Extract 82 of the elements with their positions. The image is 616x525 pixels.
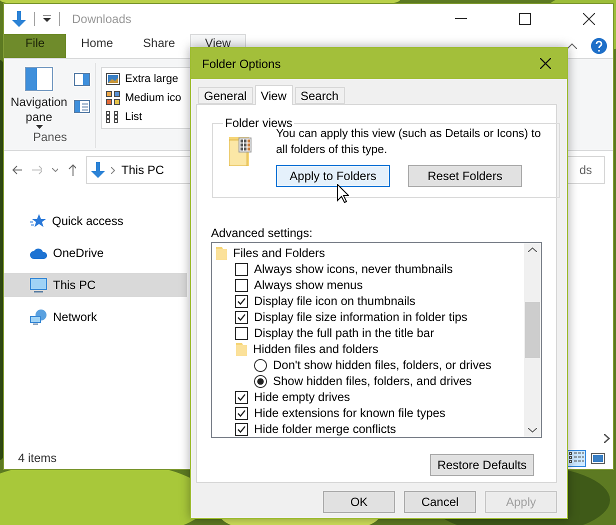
checkbox[interactable] (235, 390, 248, 404)
caret-icon (36, 125, 42, 129)
setting-label: Hidden files and folders (253, 342, 378, 356)
close-icon[interactable] (540, 58, 550, 69)
down-arrow-icon (91, 162, 106, 178)
group-title: Folder views (224, 116, 292, 130)
layout-option[interactable]: Extra large (125, 73, 178, 86)
section-label: Advanced settings: (211, 226, 314, 240)
tab[interactable]: View (254, 85, 292, 105)
setting-label: Display file size information in folder tips (254, 310, 468, 324)
status-text: 4 items (18, 451, 57, 465)
window-title: Downloads (72, 12, 132, 26)
setting-label: Hide empty drives (254, 390, 350, 404)
list-icon (106, 110, 120, 124)
checkbox[interactable] (235, 278, 248, 292)
close-icon[interactable] (583, 13, 595, 25)
folder-icon (216, 246, 227, 260)
nav-item[interactable]: This PC (4, 273, 187, 297)
chevron-right-icon[interactable] (604, 434, 610, 442)
network-icon (30, 309, 47, 325)
preview-pane-icon[interactable] (74, 73, 90, 86)
down-arrow-icon (12, 11, 26, 27)
ribbon-tab[interactable]: File (4, 34, 66, 58)
layout-option[interactable]: Medium ico (125, 92, 182, 104)
setting-label: Always show icons, never thumbnails (254, 262, 453, 276)
collapse-icon[interactable] (567, 43, 577, 49)
folder-view-button[interactable]: Apply to Folders (276, 165, 390, 187)
setting-label: Don't show hidden files, folders, or drives (273, 358, 492, 372)
maximize-icon[interactable] (519, 13, 531, 25)
setting-label: Files and Folders (233, 246, 326, 260)
cloud-icon (30, 248, 47, 258)
picture-thumbnail-icon (106, 73, 120, 86)
setting-label: Display file icon on thumbnails (254, 294, 416, 308)
setting-label: Display the full path in the title bar (254, 326, 434, 340)
up-icon[interactable] (68, 164, 76, 176)
setting-label: Always show menus (254, 278, 363, 292)
pane-layout-icon (25, 67, 53, 91)
nav-item[interactable]: Network (4, 305, 187, 329)
scroll-up-icon[interactable] (528, 247, 537, 252)
chevron-right-icon (111, 166, 116, 174)
checkbox[interactable] (235, 294, 248, 308)
dialog-title: Folder Options (202, 56, 282, 70)
tab[interactable]: Search (294, 87, 345, 104)
icon-grid-icon (106, 91, 120, 105)
folder-icon (229, 137, 252, 166)
checkbox[interactable] (235, 262, 248, 276)
folder-icon (236, 342, 247, 356)
group-label: Panes (32, 130, 68, 144)
monitor-icon (30, 278, 47, 292)
tab[interactable]: General (198, 87, 253, 104)
setting-label: Show hidden files, folders, and drives (273, 374, 472, 388)
scrollbar[interactable] (524, 243, 541, 437)
breadcrumb[interactable]: This PC (121, 163, 164, 177)
restore-defaults-button[interactable]: Restore Defaults (430, 454, 534, 476)
minimize-icon[interactable] (455, 18, 467, 20)
nav-item[interactable]: OneDrive (4, 241, 187, 265)
dropdown-icon[interactable] (43, 15, 51, 23)
checkbox[interactable] (235, 422, 248, 436)
folder-view-button[interactable]: Reset Folders (408, 165, 522, 187)
scroll-down-icon[interactable] (528, 428, 537, 433)
ribbon-tab[interactable]: Home (66, 34, 128, 58)
checkbox[interactable] (235, 310, 248, 324)
radio-button[interactable] (254, 374, 267, 388)
radio-button[interactable] (254, 358, 267, 372)
checkbox[interactable] (235, 406, 248, 420)
star-icon (30, 213, 46, 229)
details-view-button[interactable] (567, 450, 586, 466)
ribbon-tab[interactable]: Share (128, 34, 190, 58)
dialog-button[interactable]: OK (323, 491, 395, 513)
setting-label: Hide extensions for known file types (254, 406, 446, 420)
back-icon[interactable] (12, 165, 22, 175)
setting-label: Hide folder merge conflicts (254, 422, 396, 436)
cursor-icon (337, 184, 349, 203)
chevron-down-icon[interactable] (52, 168, 58, 172)
description-text: You can apply this view (such as Details or Icons) to all folders of this type. (276, 128, 542, 158)
dialog-button[interactable]: Cancel (404, 491, 476, 513)
details-pane-icon[interactable] (74, 100, 90, 113)
navigation-pane-button[interactable]: Navigation pane (10, 63, 68, 130)
help-icon[interactable] (591, 38, 607, 54)
nav-item[interactable]: Quick access (4, 209, 187, 233)
checkbox[interactable] (235, 326, 248, 340)
layout-option[interactable]: List (125, 110, 142, 123)
